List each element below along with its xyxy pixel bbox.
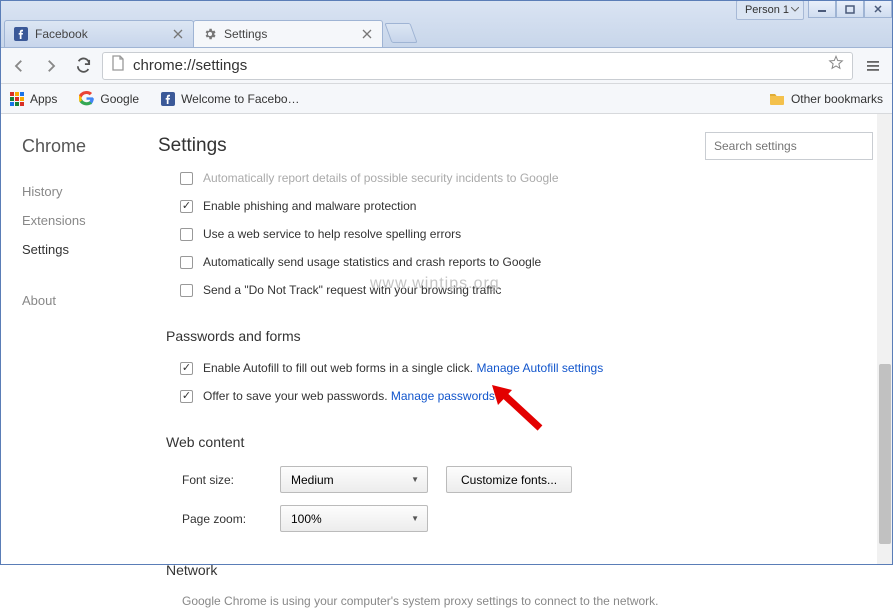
setting-label: Send a "Do Not Track" request with your … (203, 283, 501, 297)
setting-label: Enable Autofill to fill out web forms in… (203, 361, 603, 375)
apps-label: Apps (30, 92, 57, 106)
page-zoom-row: Page zoom: 100% (166, 499, 873, 538)
tab-label: Settings (224, 27, 354, 41)
close-icon[interactable] (171, 27, 185, 41)
sidebar-brand: Chrome (22, 136, 158, 157)
checkbox[interactable] (180, 284, 193, 297)
tab-settings[interactable]: Settings (193, 20, 383, 47)
apps-button[interactable]: Apps (6, 88, 61, 110)
minimize-button[interactable] (808, 0, 836, 18)
setting-row: Automatically report details of possible… (166, 164, 873, 192)
checkbox[interactable] (180, 256, 193, 269)
bookmark-label: Google (100, 92, 139, 106)
page-scrollbar[interactable] (877, 114, 893, 565)
window-controls (808, 0, 892, 18)
forward-button (38, 52, 64, 80)
page-icon (111, 55, 125, 76)
google-icon (79, 91, 94, 106)
reload-button[interactable] (70, 52, 96, 80)
setting-label: Automatically send usage statistics and … (203, 255, 541, 269)
sidebar-item-history[interactable]: History (22, 177, 158, 206)
section-network: Network (166, 562, 873, 578)
other-bookmarks-label: Other bookmarks (791, 92, 883, 106)
page-zoom-select[interactable]: 100% (280, 505, 428, 532)
page-content: Chrome History Extensions Settings About… (0, 114, 893, 566)
setting-row: Enable phishing and malware protection (166, 192, 873, 220)
main-panel: Settings Automatically report details of… (158, 114, 893, 566)
setting-label: Automatically report details of possible… (203, 171, 559, 185)
tab-facebook[interactable]: Facebook (4, 20, 194, 47)
apps-grid-icon (10, 92, 24, 106)
profile-label: Person 1 (745, 4, 789, 16)
setting-label: Enable phishing and malware protection (203, 199, 416, 213)
customize-fonts-button[interactable]: Customize fonts... (446, 466, 572, 493)
close-icon[interactable] (360, 27, 374, 41)
sidebar-item-extensions[interactable]: Extensions (22, 206, 158, 235)
checkbox[interactable] (180, 228, 193, 241)
checkbox[interactable] (180, 200, 193, 213)
tab-strip: Facebook Settings (0, 18, 893, 47)
url-text: chrome://settings (133, 57, 820, 74)
toolbar: chrome://settings (0, 48, 893, 84)
facebook-icon (161, 92, 175, 106)
checkbox[interactable] (180, 362, 193, 375)
section-web-content: Web content (166, 434, 873, 450)
bookmark-bar: Apps Google Welcome to Facebo… Other boo… (0, 84, 893, 114)
sidebar-item-about[interactable]: About (22, 286, 158, 315)
chevron-down-icon (791, 7, 799, 13)
chrome-menu-button[interactable] (859, 52, 887, 80)
setting-label: Use a web service to help resolve spelli… (203, 227, 461, 241)
page-title: Settings (158, 135, 227, 157)
bookmark-star-icon[interactable] (828, 55, 844, 76)
font-size-row: Font size: Medium Customize fonts... (166, 460, 873, 499)
bookmark-google[interactable]: Google (75, 87, 143, 110)
tab-label: Facebook (35, 27, 165, 41)
checkbox[interactable] (180, 172, 193, 185)
manage-passwords-link[interactable]: Manage passwords (391, 389, 495, 403)
bookmark-label: Welcome to Facebo… (181, 92, 300, 106)
network-description: Google Chrome is using your computer's s… (166, 588, 873, 608)
profile-badge[interactable]: Person 1 (736, 0, 804, 20)
setting-row: Automatically send usage statistics and … (166, 248, 873, 276)
maximize-button[interactable] (836, 0, 864, 18)
folder-icon (769, 92, 785, 106)
setting-row: Use a web service to help resolve spelli… (166, 220, 873, 248)
page-zoom-label: Page zoom: (182, 512, 262, 526)
bookmark-facebook[interactable]: Welcome to Facebo… (157, 88, 304, 110)
close-button[interactable] (864, 0, 892, 18)
section-passwords-forms: Passwords and forms (166, 328, 873, 344)
scrollbar-thumb[interactable] (879, 364, 891, 544)
sidebar-item-settings[interactable]: Settings (22, 235, 158, 264)
setting-row: Offer to save your web passwords. Manage… (166, 382, 873, 410)
facebook-icon (13, 26, 29, 42)
setting-row: Enable Autofill to fill out web forms in… (166, 354, 873, 382)
other-bookmarks-button[interactable]: Other bookmarks (765, 88, 887, 110)
search-input[interactable] (714, 133, 864, 159)
settings-sidebar: Chrome History Extensions Settings About (0, 114, 158, 566)
search-settings-input[interactable] (705, 132, 873, 160)
checkbox[interactable] (180, 390, 193, 403)
manage-autofill-link[interactable]: Manage Autofill settings (476, 361, 603, 375)
font-size-select[interactable]: Medium (280, 466, 428, 493)
title-bar: Person 1 (0, 0, 893, 18)
address-bar[interactable]: chrome://settings (102, 52, 853, 80)
back-button[interactable] (6, 52, 32, 80)
font-size-label: Font size: (182, 473, 262, 487)
new-tab-button[interactable] (384, 23, 417, 43)
gear-icon (202, 26, 218, 42)
setting-row: Send a "Do Not Track" request with your … (166, 276, 873, 304)
setting-label: Offer to save your web passwords. Manage… (203, 389, 495, 403)
